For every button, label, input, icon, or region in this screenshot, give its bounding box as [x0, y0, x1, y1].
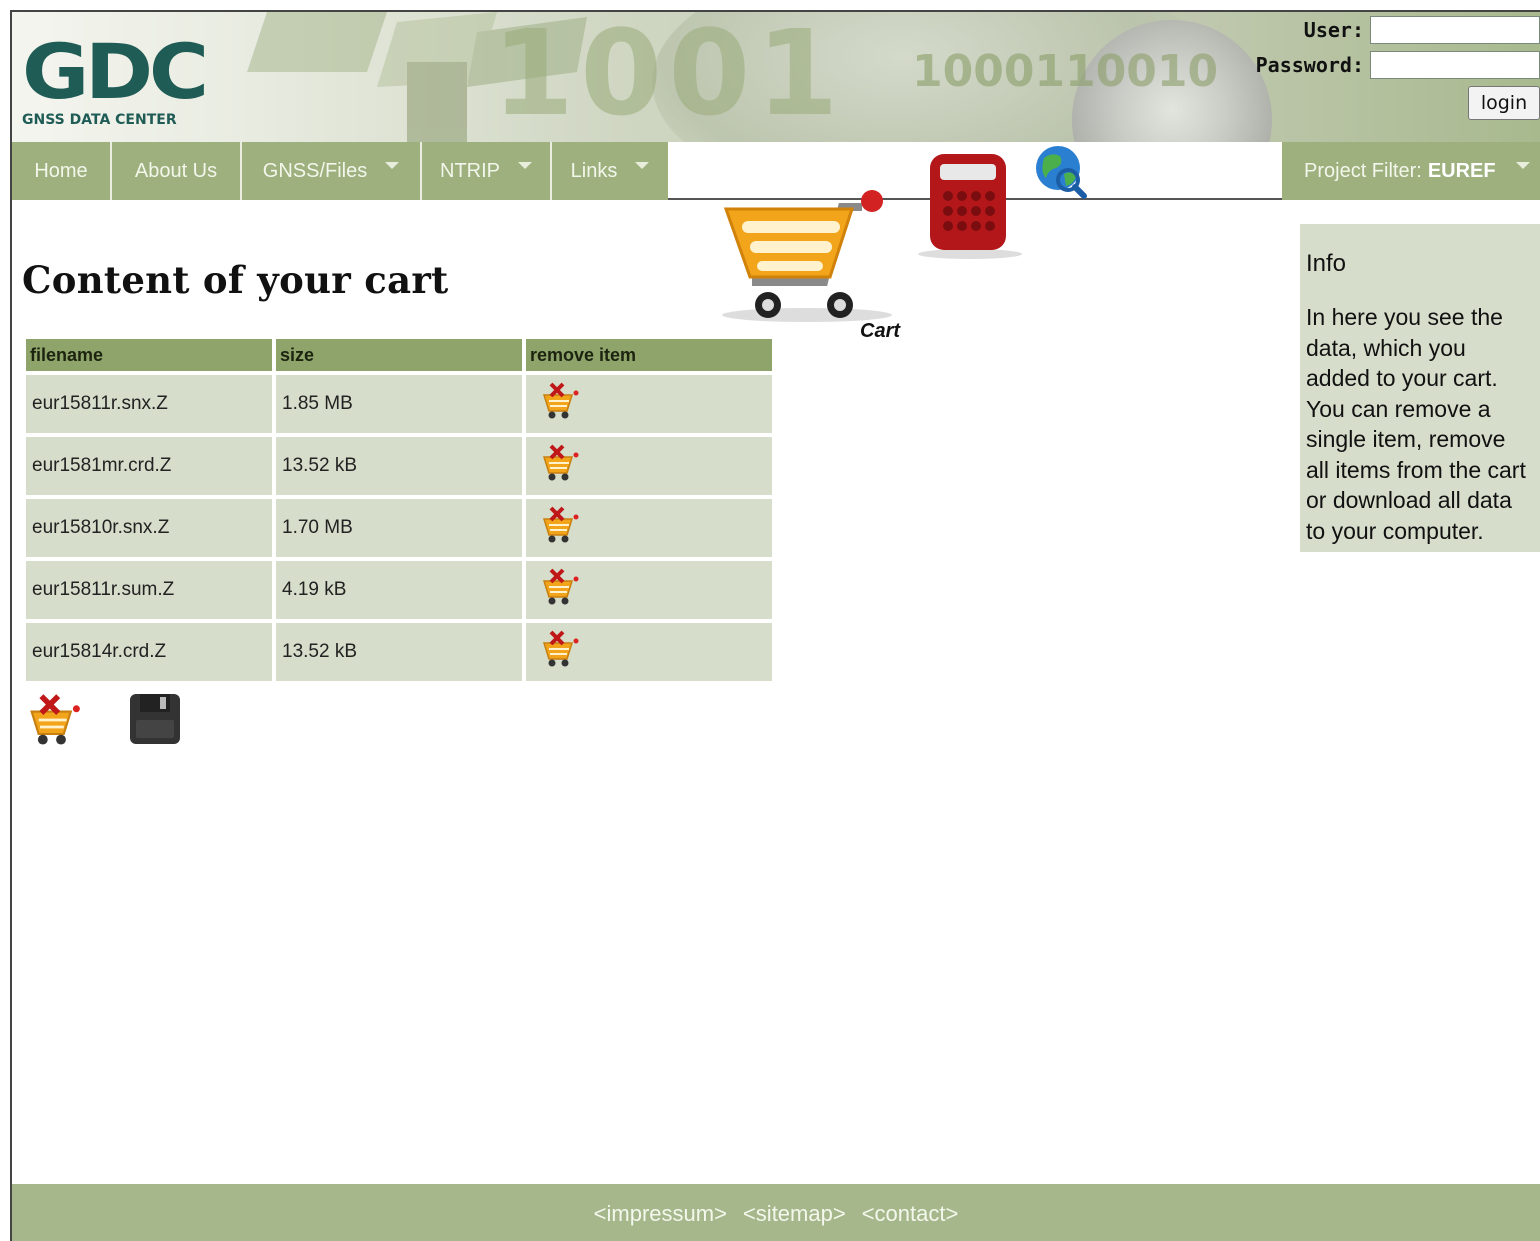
remove-cell: [526, 499, 772, 557]
filename-cell: eur1581mr.crd.Z: [26, 437, 272, 495]
footer-link-impressum[interactable]: <impressum>: [594, 1201, 727, 1227]
remove-item-icon[interactable]: [540, 629, 580, 669]
size-cell: 1.85 MB: [276, 375, 522, 433]
remove-cell: [526, 561, 772, 619]
info-line: or download all data: [1306, 487, 1512, 513]
filename-cell: eur15811r.sum.Z: [26, 561, 272, 619]
column-header-remove: remove item: [526, 339, 772, 371]
table-header-row: filename size remove item: [26, 339, 772, 371]
nav-links-label: Links: [570, 159, 618, 182]
user-input[interactable]: [1370, 16, 1540, 44]
filename-cell: eur15811r.snx.Z: [26, 375, 272, 433]
user-row: User:: [1304, 16, 1540, 44]
password-row: Password:: [1256, 51, 1540, 79]
globe-search-icon[interactable]: [1034, 144, 1090, 200]
size-cell: 1.70 MB: [276, 499, 522, 557]
user-label: User:: [1303, 18, 1364, 42]
remove-item-icon[interactable]: [540, 567, 580, 607]
info-line: single item, remove: [1306, 426, 1506, 452]
table-row: eur15811r.sum.Z 4.19 kB: [26, 561, 772, 619]
remove-item-icon[interactable]: [540, 381, 580, 421]
nav-about-us-label: About Us: [134, 159, 218, 182]
password-label: Password:: [1255, 53, 1364, 77]
footer-link-contact[interactable]: <contact>: [862, 1201, 959, 1227]
remove-item-icon[interactable]: [540, 505, 580, 545]
nav-home[interactable]: Home: [12, 142, 110, 200]
chevron-down-icon: [385, 161, 400, 169]
project-filter-dropdown[interactable]: Project Filter: EUREF: [1282, 142, 1540, 200]
cart-label[interactable]: Cart: [860, 320, 900, 343]
remove-item-icon[interactable]: [540, 443, 580, 483]
cart-icon[interactable]: [712, 177, 902, 327]
cart-table: filename size remove item eur15811r.snx.…: [22, 335, 776, 685]
table-row: eur1581mr.crd.Z 13.52 kB: [26, 437, 772, 495]
footer-link-sitemap[interactable]: <sitemap>: [743, 1201, 846, 1227]
remove-cell: [526, 375, 772, 433]
column-header-size: size: [276, 339, 522, 371]
info-title: Info: [1306, 250, 1347, 277]
nav-gnss-files-label: GNSS/Files: [262, 159, 368, 182]
size-cell: 4.19 kB: [276, 561, 522, 619]
cart-actions: [26, 692, 184, 748]
footer: <impressum> <sitemap> <contact>: [12, 1184, 1540, 1241]
nav-home-label: Home: [34, 159, 88, 182]
info-line: added to your cart.: [1306, 365, 1498, 391]
nav-links[interactable]: Links: [550, 142, 668, 200]
remove-all-icon[interactable]: [26, 692, 82, 748]
nav-gnss-files[interactable]: GNSS/Files: [240, 142, 420, 200]
chevron-down-icon: [1515, 161, 1530, 169]
info-text: In here you see the data, which you adde…: [1306, 302, 1540, 546]
filename-cell: eur15814r.crd.Z: [26, 623, 272, 681]
project-filter-label: Project Filter:: [1304, 159, 1422, 182]
info-line: data, which you: [1306, 334, 1466, 361]
banner-digits-small: 1000110010: [912, 46, 1219, 97]
login-form: User: Password: login: [1240, 12, 1540, 142]
column-header-filename: filename: [26, 339, 272, 371]
info-line: In here you see the: [1306, 304, 1503, 330]
nav-ntrip-label: NTRIP: [440, 159, 500, 182]
info-line: to your computer.: [1306, 517, 1484, 544]
filename-cell: eur15810r.snx.Z: [26, 499, 272, 557]
gdc-logo[interactable]: GDC GNSS DATA CENTER: [22, 34, 209, 129]
page-title: Content of your cart: [22, 258, 449, 302]
chevron-down-icon: [635, 161, 650, 169]
table-row: eur15814r.crd.Z 13.52 kB: [26, 623, 772, 681]
info-line: all items from the cart: [1306, 456, 1526, 483]
remove-cell: [526, 623, 772, 681]
nav-ntrip[interactable]: NTRIP: [420, 142, 550, 200]
info-line: You can remove a: [1306, 395, 1491, 422]
logo-text: GDC: [22, 27, 209, 116]
banner-digits: 1001: [492, 12, 845, 142]
size-cell: 13.52 kB: [276, 437, 522, 495]
password-input[interactable]: [1370, 51, 1540, 79]
remove-cell: [526, 437, 772, 495]
table-row: eur15810r.snx.Z 1.70 MB: [26, 499, 772, 557]
header-banner: 1001 1000110010 GDC GNSS DATA CENTER Use…: [12, 12, 1540, 142]
calculator-icon[interactable]: [918, 152, 1028, 262]
project-filter-value: EUREF: [1427, 159, 1496, 182]
page-frame: 1001 1000110010 GDC GNSS DATA CENTER Use…: [10, 10, 1540, 1241]
download-icon[interactable]: [128, 692, 184, 748]
size-cell: 13.52 kB: [276, 623, 522, 681]
info-panel: Info In here you see the data, which you…: [1300, 224, 1540, 552]
chevron-down-icon: [518, 161, 532, 169]
login-button[interactable]: login: [1468, 86, 1540, 120]
nav-about-us[interactable]: About Us: [110, 142, 240, 200]
table-row: eur15811r.snx.Z 1.85 MB: [26, 375, 772, 433]
